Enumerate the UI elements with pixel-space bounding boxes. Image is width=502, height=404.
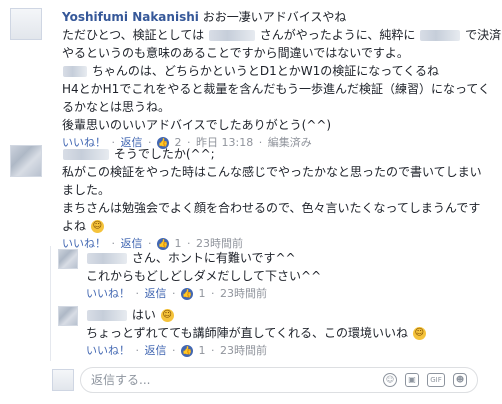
- avatar[interactable]: [10, 8, 42, 40]
- comment-line: ただひとつ、検証としては さんがやったように、純粋に で決済で: [62, 26, 502, 44]
- smile-icon[interactable]: ☺: [383, 373, 397, 387]
- gif-icon[interactable]: GIF: [427, 373, 445, 387]
- sticker-icon[interactable]: ☻: [453, 373, 467, 387]
- comment-text: で決済で: [465, 28, 502, 42]
- reply-composer: ☺ ▣ GIF ☻: [52, 367, 480, 393]
- reply-link[interactable]: 返信: [145, 344, 167, 357]
- avatar[interactable]: [58, 306, 78, 326]
- redacted-name: [208, 30, 255, 41]
- like-count[interactable]: 1: [199, 287, 206, 300]
- comment-line: ちゃんのは、どちらかというとD1とかW1の検証になってくるね: [62, 62, 502, 80]
- like-link[interactable]: いいね！: [86, 287, 130, 300]
- separator: ·: [135, 344, 140, 357]
- comment-header: さん、ホントに有難いです^^: [86, 249, 486, 267]
- reply-1: さん、ホントに有難いです^^ これからもどしどしダメだしして下さい^^ いいね！…: [58, 249, 488, 307]
- reply-link[interactable]: 返信: [145, 287, 167, 300]
- separator: ·: [211, 287, 215, 300]
- smile-icon: ☺: [160, 309, 174, 322]
- reply-2: はい ☺ ちょっとずれてても講師陣が直してくれる、この環境いいね ☺ いいね！ …: [58, 306, 488, 364]
- comment-body: Yoshifumi Nakanishi おお一凄いアドバイスやね ただひとつ、検…: [62, 8, 502, 152]
- comment-1: Yoshifumi Nakanishi おお一凄いアドバイスやね ただひとつ、検…: [10, 8, 502, 149]
- redacted-author-name[interactable]: [63, 149, 109, 160]
- comment-line: 私がこの検証をやった時はこんな感じでやったかなと思ったので書いてしまい: [62, 163, 502, 181]
- comment-line: H4とかH1でこれをやると裁量を含んだもう一歩進んだ検証（練習）になってく: [62, 80, 502, 98]
- avatar[interactable]: [58, 249, 78, 269]
- comment-line: るかなとは思うね。: [62, 98, 502, 116]
- timestamp[interactable]: 23時間前: [220, 344, 267, 357]
- separator: ·: [135, 287, 140, 300]
- redacted-text: [420, 30, 461, 41]
- comment-text: おお一凄いアドバイスやね: [202, 10, 347, 24]
- comment-body: はい ☺ ちょっとずれてても講師陣が直してくれる、この環境いいね ☺ いいね！ …: [86, 306, 486, 360]
- comment-line: これからもどしどしダメだしして下さい^^: [86, 267, 486, 285]
- comment-actions: いいね！ · 返信 · 👍 1 · 23時間前: [86, 342, 486, 360]
- comment-line: ちょっとずれてても講師陣が直してくれる、この環境いいね ☺: [86, 324, 486, 342]
- comment-text: これからもどしどしダメだしして下さい^^: [86, 269, 322, 283]
- comment-text: まちさんは勉強会でよく顔を合わせるので、色々言いたくなってしまうんです: [62, 201, 481, 215]
- separator: ·: [211, 344, 215, 357]
- comment-text: るかなとは思うね。: [62, 100, 171, 114]
- separator: ·: [172, 344, 176, 357]
- composer-icons: ☺ ▣ GIF ☻: [383, 372, 467, 388]
- comment-line: やるというのも意味のあることですから間違いではないですよ。: [62, 44, 502, 62]
- comment-text: はい: [131, 308, 156, 322]
- comment-line: 後輩思いのいいアドバイスでしたありがとう(^^): [62, 116, 502, 134]
- comment-text: さんがやったように、純粋に: [259, 28, 416, 42]
- comment-text: そうでしたか(^^;: [113, 147, 215, 161]
- comment-text: よね: [62, 219, 87, 233]
- like-count[interactable]: 1: [199, 344, 206, 357]
- author-name[interactable]: Yoshifumi Nakanishi: [62, 10, 199, 24]
- thumbs-up-icon: 👍: [181, 288, 193, 300]
- camera-icon[interactable]: ▣: [405, 373, 419, 387]
- comment-header: そうでしたか(^^;: [62, 145, 502, 163]
- comment-text: ました。: [62, 183, 111, 197]
- comment-body: さん、ホントに有難いです^^ これからもどしどしダメだしして下さい^^ いいね！…: [86, 249, 486, 303]
- timestamp[interactable]: 23時間前: [220, 287, 267, 300]
- redacted-author-name[interactable]: [87, 253, 127, 264]
- redacted-name: [63, 66, 87, 77]
- comment-line: まちさんは勉強会でよく顔を合わせるので、色々言いたくなってしまうんです: [62, 199, 502, 217]
- comment-text: 後輩思いのいいアドバイスでしたありがとう(^^): [62, 118, 332, 132]
- comment-text: やるというのも意味のあることですから間違いではないですよ。: [62, 46, 409, 60]
- comment-text: H4とかH1でこれをやると裁量を含んだもう一歩進んだ検証（練習）になってく: [62, 82, 490, 96]
- grinning-face-icon: ☺: [90, 220, 104, 233]
- reply-input[interactable]: [91, 372, 311, 388]
- comment-body: そうでしたか(^^; 私がこの検証をやった時はこんな感じでやったかなと思ったので…: [62, 145, 502, 253]
- comment-actions: いいね！ · 返信 · 👍 1 · 23時間前: [86, 285, 486, 303]
- comment-text: 私がこの検証をやった時はこんな感じでやったかなと思ったので書いてしまい: [62, 165, 482, 179]
- redacted-author-name[interactable]: [87, 310, 127, 321]
- comment-text: ちょっとずれてても講師陣が直してくれる、この環境いいね: [86, 326, 408, 340]
- thumbs-up-icon: 👍: [181, 345, 193, 357]
- grinning-face-icon: ☺: [412, 327, 426, 340]
- avatar[interactable]: [52, 369, 74, 391]
- comment-thread: Yoshifumi Nakanishi おお一凄いアドバイスやね ただひとつ、検…: [0, 0, 502, 404]
- comment-header: Yoshifumi Nakanishi おお一凄いアドバイスやね: [62, 8, 502, 26]
- separator: ·: [172, 287, 176, 300]
- comment-2: そうでしたか(^^; 私がこの検証をやった時はこんな感じでやったかなと思ったので…: [10, 145, 490, 250]
- like-link[interactable]: いいね！: [86, 344, 130, 357]
- comment-header: はい ☺: [86, 306, 486, 324]
- comment-text: ちゃんのは、どちらかというとD1とかW1の検証になってくるね: [91, 64, 440, 78]
- comment-line: ました。: [62, 181, 502, 199]
- reply-field[interactable]: ☺ ▣ GIF ☻: [80, 367, 478, 393]
- comment-text: ただひとつ、検証としては: [62, 28, 205, 42]
- thread-divider: [50, 246, 51, 361]
- comment-line: よね ☺: [62, 217, 502, 235]
- avatar[interactable]: [10, 145, 42, 177]
- comment-text: さん、ホントに有難いです^^: [131, 251, 296, 265]
